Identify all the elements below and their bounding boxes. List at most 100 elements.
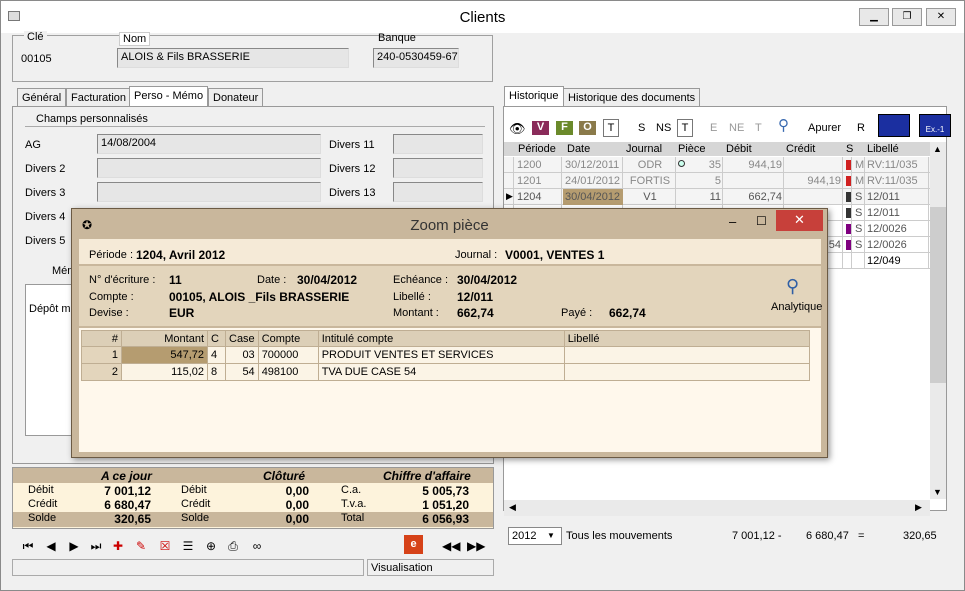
lines-table: # Montant C Case Compte Intitulé compte …	[81, 330, 811, 381]
filter-t2[interactable]: T	[677, 119, 693, 137]
field-divers-11[interactable]	[393, 134, 483, 154]
last-record-icon[interactable]: ⏭	[89, 539, 103, 553]
add-record-icon[interactable]: ✚	[111, 539, 125, 553]
row-montant[interactable]: 115,02	[121, 363, 208, 381]
history-col-journal[interactable]: Journal	[626, 143, 662, 155]
filter-t3[interactable]: T	[755, 122, 762, 134]
field-label-divers-4: Divers 4	[25, 211, 66, 223]
dialog-close-button[interactable]: ✕	[776, 210, 823, 231]
dialog-maximize-button[interactable]: ☐	[756, 214, 767, 228]
history-lib-6: 12/0026	[867, 239, 907, 251]
apurer-button[interactable]: Apurer	[808, 122, 841, 134]
next-record-icon[interactable]: ▶	[67, 539, 81, 553]
tab-facturation[interactable]: Facturation	[66, 88, 132, 107]
print-icon[interactable]: ⎙	[226, 539, 240, 553]
view-icon[interactable]: 👁	[509, 121, 526, 137]
history-col-s[interactable]: S	[846, 143, 853, 155]
date-value: 30/04/2012	[297, 273, 358, 287]
edit-record-icon[interactable]: ✎	[134, 539, 148, 553]
periode-value: 1204, Avril 2012	[136, 248, 226, 262]
history-col-piece[interactable]: Pièce	[678, 143, 706, 155]
history-date-2: 24/01/2012	[565, 175, 621, 187]
filter-ne[interactable]: NE	[729, 122, 744, 134]
r-button[interactable]: R	[857, 122, 865, 134]
history-s-3: S	[855, 191, 863, 203]
close-button[interactable]: ✕	[926, 8, 956, 26]
filter-v-button[interactable]: V	[532, 121, 549, 135]
nom-field[interactable]: ALOIS & Fils BRASSERIE	[117, 48, 349, 68]
filter-t-button[interactable]: T	[603, 119, 619, 137]
binoculars-icon[interactable]: ⊕	[204, 539, 218, 553]
history-col-debit[interactable]: Débit	[726, 143, 752, 155]
exercice-prev-button[interactable]: Ex.-1	[919, 114, 951, 137]
search-icon[interactable]: ⚲	[778, 116, 789, 134]
dialog-minimize-button[interactable]: –	[729, 214, 736, 229]
col-c[interactable]: C	[207, 330, 226, 347]
col-num[interactable]: #	[81, 330, 122, 347]
prev-record-icon[interactable]: ◀	[44, 539, 58, 553]
history-col-date[interactable]: Date	[567, 143, 590, 155]
filter-f-button[interactable]: F	[556, 121, 573, 135]
summary-l1-1: Débit	[28, 484, 54, 496]
history-col-libelle[interactable]: Libellé	[867, 143, 899, 155]
scroll-up-icon[interactable]: ▲	[933, 144, 942, 154]
col-case[interactable]: Case	[225, 330, 259, 347]
row-montant[interactable]: 547,72	[121, 346, 208, 364]
tab-historique-documents[interactable]: Historique des documents	[563, 88, 701, 107]
first-record-icon[interactable]: ⏮	[21, 539, 35, 553]
minimize-button[interactable]: ▁	[859, 8, 889, 26]
tab-historique[interactable]: Historique	[504, 86, 564, 107]
col-montant[interactable]: Montant	[121, 330, 208, 347]
filter-o-button[interactable]: O	[579, 121, 596, 135]
row-intitule: PRODUIT VENTES ET SERVICES	[317, 346, 565, 364]
status-left	[12, 559, 364, 576]
history-s-4: S	[855, 207, 863, 219]
delete-record-icon[interactable]: ☒	[158, 539, 172, 553]
filter-e[interactable]: E	[710, 122, 717, 134]
history-cell-border	[785, 157, 843, 173]
scroll-right-icon[interactable]: ▶	[915, 502, 922, 513]
field-divers-3[interactable]	[97, 182, 321, 202]
list-icon[interactable]: ☰	[181, 539, 195, 553]
history-col-periode[interactable]: Période	[518, 143, 556, 155]
export-icon[interactable]: e	[404, 535, 423, 554]
col-libelle[interactable]: Libellé	[563, 330, 811, 347]
banque-field[interactable]: 240-0530459-67	[373, 48, 459, 68]
col-intitule[interactable]: Intitulé compte	[317, 330, 565, 347]
history-col-credit[interactable]: Crédit	[786, 143, 815, 155]
tab-perso-memo[interactable]: Perso - Mémo	[129, 86, 209, 107]
field-divers-13[interactable]	[393, 182, 483, 202]
books-icon[interactable]	[878, 114, 910, 137]
row-compte: 700000	[257, 346, 319, 364]
history-hscroll[interactable]	[504, 500, 930, 516]
analytique-search-icon[interactable]: ⚲	[786, 276, 799, 297]
table-row[interactable]: 2 115,02 8 54 498100 TVA DUE CASE 54	[81, 363, 811, 381]
filter-ns[interactable]: NS	[656, 122, 671, 134]
link-icon[interactable]: ∞	[250, 539, 264, 553]
summary-l3-3: Total	[341, 512, 365, 524]
tab-donateur[interactable]: Donateur	[208, 88, 264, 107]
forward-icon[interactable]: ▶▶	[467, 539, 485, 553]
rewind-icon[interactable]: ◀◀	[442, 539, 460, 553]
lines-header: # Montant C Case Compte Intitulé compte …	[81, 330, 811, 347]
history-journal-1: ODR	[637, 159, 663, 171]
restore-button[interactable]: ❐	[892, 8, 922, 26]
col-compte[interactable]: Compte	[257, 330, 319, 347]
analytique-button[interactable]: Analytique	[771, 301, 822, 313]
field-divers-12[interactable]	[393, 158, 483, 178]
history-lib-7: 12/049	[867, 255, 901, 267]
field-divers-2[interactable]	[97, 158, 321, 178]
chevron-down-icon[interactable]: ▼	[547, 531, 555, 540]
scroll-left-icon[interactable]: ◀	[509, 502, 516, 513]
scroll-down-icon[interactable]: ▼	[933, 487, 942, 497]
table-row[interactable]: 1 547,72 4 03 700000 PRODUIT VENTES ET S…	[81, 346, 811, 364]
field-label-divers-5: Divers 5	[25, 235, 66, 247]
libelle-value: 12/011	[457, 290, 494, 304]
tab-general[interactable]: Général	[17, 88, 67, 107]
filter-s[interactable]: S	[638, 122, 645, 134]
montant-value: 662,74	[457, 306, 494, 320]
history-vscroll-thumb[interactable]	[930, 207, 946, 383]
field-ag[interactable]: 14/08/2004	[97, 134, 321, 154]
history-periode-1: 1200	[517, 159, 542, 171]
history-s-1: M	[855, 159, 865, 171]
